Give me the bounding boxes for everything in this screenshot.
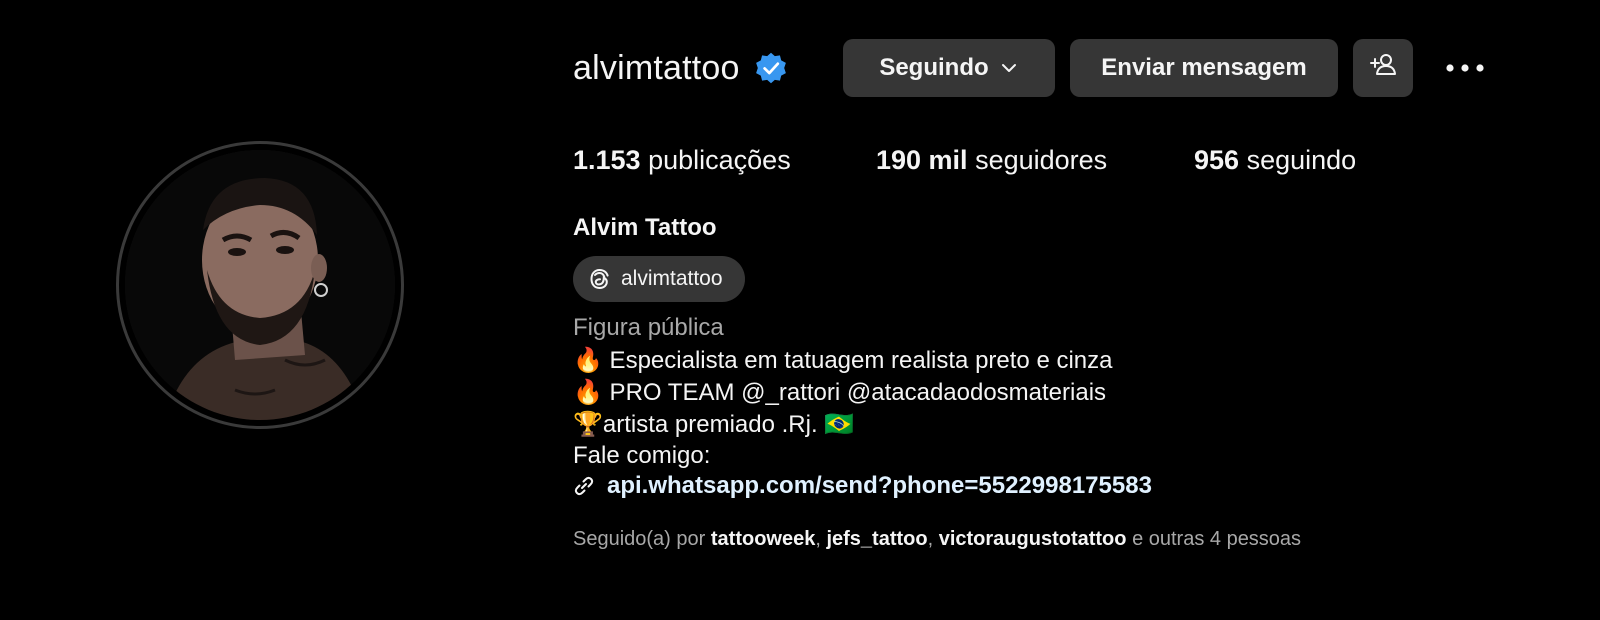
posts-count-label: publicações <box>648 145 791 175</box>
following-count-label: seguindo <box>1246 145 1357 175</box>
bio-link-text: api.whatsapp.com/send?phone=552299817558… <box>607 472 1152 499</box>
send-message-label: Enviar mensagem <box>1101 54 1307 81</box>
bio-line-4: Fale comigo: <box>573 442 710 470</box>
link-icon <box>573 475 595 497</box>
bio-text: PRO TEAM @_rattori @atacadaodosmateriais <box>602 379 1107 406</box>
fire-emoji: 🔥 <box>573 346 603 374</box>
send-message-button[interactable]: Enviar mensagem <box>1070 39 1338 97</box>
profile-category: Figura pública <box>573 314 724 341</box>
suggest-users-button[interactable] <box>1353 39 1413 97</box>
bio-text: artista premiado .Rj. <box>602 411 825 438</box>
brazil-flag-emoji: 🇧🇷 <box>824 410 855 438</box>
more-options-icon[interactable] <box>1440 44 1490 92</box>
profile-avatar-ring[interactable] <box>116 141 404 429</box>
following-count[interactable]: 956 seguindo <box>1194 145 1356 176</box>
trophy-emoji: 🏆 <box>573 410 603 438</box>
bio-line-1: 🔥 Especialista em tatuagem realista pret… <box>573 346 1112 375</box>
profile-username: alvimtattoo <box>573 48 740 87</box>
followed-by-user: tattooweek <box>710 528 816 550</box>
fire-emoji: 🔥 <box>573 378 603 406</box>
bio-link[interactable]: api.whatsapp.com/send?phone=552299817558… <box>573 472 1152 500</box>
verified-badge-icon <box>754 51 788 85</box>
posts-count: 1.153 publicações <box>573 145 791 176</box>
followers-count-value: 190 mil <box>876 145 968 175</box>
followed-by-user: jefs_tattoo <box>826 528 928 550</box>
profile-header: alvimtattoo <box>573 39 788 97</box>
followed-by-suffix: e outras 4 pessoas <box>1132 528 1302 550</box>
posts-count-value: 1.153 <box>573 145 641 175</box>
bio-line-2: 🔥 PRO TEAM @_rattori @atacadaodosmateria… <box>573 378 1106 407</box>
avatar-photo <box>125 150 395 420</box>
following-button[interactable]: Seguindo <box>843 39 1055 97</box>
followed-by-user: victoraugustotattoo <box>938 528 1127 550</box>
threads-profile-link[interactable]: alvimtattoo <box>573 256 745 302</box>
followed-by[interactable]: Seguido(a) por tattooweek, jefs_tattoo, … <box>573 528 1301 551</box>
followed-by-prefix: Seguido(a) por <box>573 528 706 550</box>
followers-count-label: seguidores <box>975 145 1108 175</box>
followers-count[interactable]: 190 mil seguidores <box>876 145 1107 176</box>
bio-text: Fale comigo: <box>573 442 711 469</box>
bio-text: Especialista em tatuagem realista preto … <box>602 347 1113 374</box>
bio-line-3: 🏆artista premiado .Rj. 🇧🇷 <box>573 410 854 439</box>
profile-full-name: Alvim Tattoo <box>573 214 717 241</box>
threads-handle: alvimtattoo <box>621 267 723 290</box>
chevron-down-icon <box>999 58 1019 78</box>
avatar[interactable] <box>125 150 395 420</box>
following-button-label: Seguindo <box>879 54 989 81</box>
threads-icon <box>587 266 613 292</box>
add-user-icon <box>1368 50 1398 87</box>
following-count-value: 956 <box>1194 145 1240 175</box>
